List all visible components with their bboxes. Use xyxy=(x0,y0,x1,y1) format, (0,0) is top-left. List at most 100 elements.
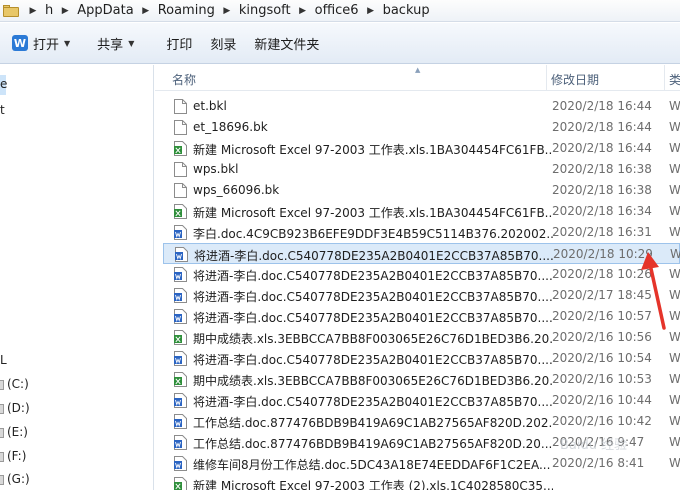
file-type: W xyxy=(669,162,680,176)
file-row[interactable]: 期中成绩表.xls.3EBBCCA7BB8F003065E26C76D1BED3… xyxy=(163,327,680,348)
chevron-right-icon[interactable]: ▶ xyxy=(138,6,154,16)
nav-item-drive-g[interactable]: (G:) xyxy=(0,472,30,490)
file-modified-date: 2020/2/16 8:41 xyxy=(552,456,645,470)
file-row[interactable]: 将进酒-李白.doc.C540778DE235A2B0401E2CCB37A85… xyxy=(163,306,680,327)
chevron-right-icon[interactable]: ▶ xyxy=(25,6,41,16)
file-modified-date: 2020/2/16 10:54 xyxy=(552,351,652,365)
nav-item-drive-d[interactable]: (D:) xyxy=(0,401,30,419)
breadcrumb-item[interactable]: AppData xyxy=(73,3,137,18)
share-label: 共享 xyxy=(97,37,124,53)
print-button[interactable]: 打印 xyxy=(157,30,201,56)
excel-document-icon xyxy=(174,330,187,345)
file-name: 新建 Microsoft Excel 97-2003 工作表.xls.1BA30… xyxy=(193,206,553,220)
file-modified-date: 2020/2/16 10:44 xyxy=(552,393,652,407)
file-name: 李白.doc.4C9CB923B6EFE9DDF3E4B59C5114B376.… xyxy=(193,227,553,241)
file-type: W xyxy=(669,99,680,113)
file-row[interactable]: wps.bkl 2020/2/18 16:38 W xyxy=(163,159,680,180)
breadcrumb-item[interactable]: h xyxy=(41,3,57,18)
column-divider[interactable] xyxy=(664,65,665,91)
file-row[interactable]: et.bkl 2020/2/18 16:44 W xyxy=(163,96,680,117)
navigation-pane[interactable]: e t L (C:) (D:) (E:) (F:) (G:) xyxy=(0,65,154,490)
column-header-row: ▲ 名称 修改日期 类 xyxy=(155,65,680,91)
file-name: wps.bkl xyxy=(193,162,239,176)
file-type: W xyxy=(669,267,680,281)
chevron-down-icon: ▼ xyxy=(128,38,135,48)
file-row[interactable]: 工作总结.doc.877476BDB9B419A69C1AB27565AF820… xyxy=(163,411,680,432)
chevron-right-icon[interactable]: ▶ xyxy=(219,6,235,16)
burn-button[interactable]: 刻录 xyxy=(201,30,245,56)
file-modified-date: 2020/2/16 10:53 xyxy=(552,372,652,386)
sort-arrow-icon: ▲ xyxy=(415,66,421,74)
file-icon xyxy=(174,183,187,198)
file-row[interactable]: 新建 Microsoft Excel 97-2003 工作表.xls.1BA30… xyxy=(163,201,680,222)
file-modified-date: 2020/2/18 16:44 xyxy=(552,99,652,113)
chevron-right-icon[interactable]: ▶ xyxy=(57,6,73,16)
drive-icon xyxy=(0,474,4,485)
watermark: Baidu 经验 xyxy=(560,438,628,453)
file-type: W xyxy=(669,456,680,470)
file-row[interactable]: 维修车间8月份工作总结.doc.5DC43A18E74EEDDAF6F1C2EA… xyxy=(163,453,680,474)
column-divider[interactable] xyxy=(546,65,547,91)
file-type: W xyxy=(669,414,680,428)
chevron-down-icon: ▼ xyxy=(64,38,71,48)
file-type: W xyxy=(669,393,680,407)
nav-item-drive-e[interactable]: (E:) xyxy=(0,425,28,443)
file-row[interactable]: 将进酒-李白.doc.C540778DE235A2B0401E2CCB37A85… xyxy=(163,285,680,306)
print-label: 打印 xyxy=(166,37,193,53)
nav-item-drive-c[interactable]: (C:) xyxy=(0,377,29,395)
file-row[interactable]: wps_66096.bk 2020/2/18 16:38 W xyxy=(163,180,680,201)
file-row[interactable]: 新建 Microsoft Excel 97-2003 工作表 (2).xls.1… xyxy=(163,474,680,490)
file-name: et.bkl xyxy=(193,99,227,113)
drive-icon xyxy=(0,379,4,390)
file-modified-date: 2020/2/18 16:44 xyxy=(552,120,652,134)
word-document-icon xyxy=(174,456,187,471)
nav-item-computer[interactable]: L xyxy=(0,353,7,371)
file-row[interactable]: 将进酒-李白.doc.C540778DE235A2B0401E2CCB37A85… xyxy=(163,264,680,285)
word-document-icon xyxy=(174,288,187,303)
file-modified-date: 2020/2/16 10:57 xyxy=(552,309,652,323)
file-modified-date: 2020/2/18 16:34 xyxy=(552,204,652,218)
excel-document-icon xyxy=(174,204,187,219)
word-document-icon xyxy=(174,225,187,240)
burn-label: 刻录 xyxy=(210,37,237,53)
breadcrumb-item[interactable]: Roaming xyxy=(154,3,219,18)
file-row[interactable]: 将进酒-李白.doc.C540778DE235A2B0401E2CCB37A85… xyxy=(163,390,680,411)
word-document-icon xyxy=(174,267,187,282)
breadcrumb-item[interactable]: kingsoft xyxy=(235,3,295,18)
file-name: 期中成绩表.xls.3EBBCCA7BB8F003065E26C76D1BED3… xyxy=(193,374,553,388)
column-header-date[interactable]: 修改日期 xyxy=(551,71,599,88)
file-type: W xyxy=(669,141,680,155)
breadcrumb-item[interactable]: backup xyxy=(379,3,434,18)
breadcrumb-item[interactable]: office6 xyxy=(311,3,363,18)
nav-item-drive-f[interactable]: (F:) xyxy=(0,449,26,467)
word-document-icon xyxy=(174,351,187,366)
address-bar[interactable]: ▶ h ▶ AppData ▶ Roaming ▶ kingsoft ▶ off… xyxy=(0,0,680,22)
chevron-right-icon[interactable]: ▶ xyxy=(295,6,311,16)
chevron-right-icon[interactable]: ▶ xyxy=(363,6,379,16)
file-row[interactable]: 将进酒-李白.doc.C540778DE235A2B0401E2CCB37A85… xyxy=(163,348,680,369)
file-type: W xyxy=(669,309,680,323)
file-type: W xyxy=(669,330,680,344)
file-row[interactable]: 李白.doc.4C9CB923B6EFE9DDF3E4B59C5114B376.… xyxy=(163,222,680,243)
file-type: W xyxy=(669,288,680,302)
file-name: 将进酒-李白.doc.C540778DE235A2B0401E2CCB37A85… xyxy=(194,249,554,263)
column-header-name[interactable]: 名称 xyxy=(172,71,196,88)
nav-item[interactable]: e xyxy=(0,77,7,95)
file-modified-date: 2020/2/18 16:38 xyxy=(552,162,652,176)
file-row[interactable]: 新建 Microsoft Excel 97-2003 工作表.xls.1BA30… xyxy=(163,138,680,159)
file-row[interactable]: 期中成绩表.xls.3EBBCCA7BB8F003065E26C76D1BED3… xyxy=(163,369,680,390)
file-row[interactable]: et_18696.bk 2020/2/18 16:44 W xyxy=(163,117,680,138)
nav-item[interactable]: t xyxy=(0,103,5,121)
file-list[interactable]: ▲ 名称 修改日期 类 et.bkl 2020/2/18 16:44 Wet_186… xyxy=(155,65,680,490)
new-folder-button[interactable]: 新建文件夹 xyxy=(245,30,328,56)
file-modified-date: 2020/2/16 10:42 xyxy=(552,414,652,428)
share-button[interactable]: 共享 ▼ xyxy=(88,30,143,56)
open-button[interactable]: W 打开 ▼ xyxy=(0,30,88,56)
file-name: 将进酒-李白.doc.C540778DE235A2B0401E2CCB37A85… xyxy=(193,269,553,283)
file-name: 工作总结.doc.877476BDB9B419A69C1AB27565AF820… xyxy=(193,416,553,430)
file-row-selected[interactable]: 将进酒-李白.doc.C540778DE235A2B0401E2CCB37A85… xyxy=(163,243,680,264)
file-name: 期中成绩表.xls.3EBBCCA7BB8F003065E26C76D1BED3… xyxy=(193,332,553,346)
file-type: W xyxy=(669,204,680,218)
column-header-type[interactable]: 类 xyxy=(669,71,680,88)
file-name: 工作总结.doc.877476BDB9B419A69C1AB27565AF820… xyxy=(193,437,553,451)
